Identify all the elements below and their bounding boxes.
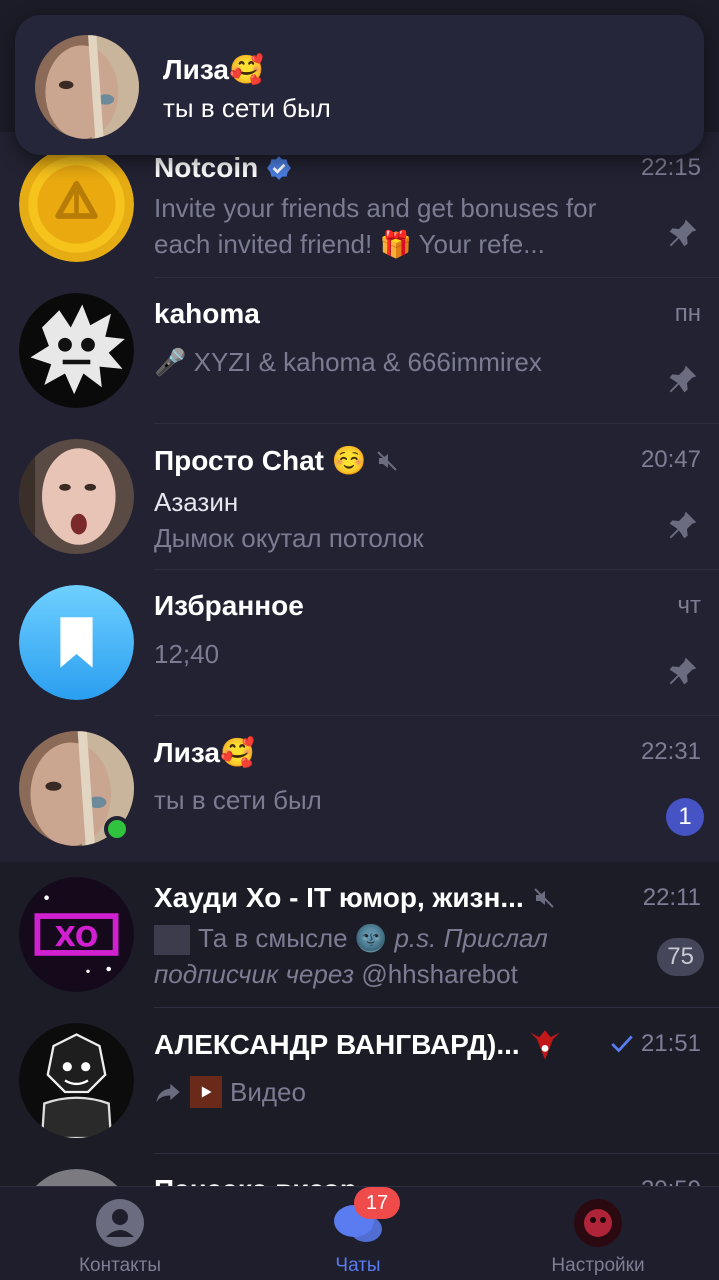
tab-settings[interactable]: Настройки xyxy=(478,1187,718,1280)
chats-icon: 17 xyxy=(332,1187,400,1249)
online-indicator xyxy=(104,816,130,842)
chat-name: Избранное xyxy=(154,590,304,621)
media-thumbnail xyxy=(154,925,190,956)
chat-time: 20:47 xyxy=(640,446,701,473)
chat-message: Дымок окутал потолок xyxy=(154,523,424,553)
read-check-icon xyxy=(611,1035,633,1053)
tab-label: Контакты xyxy=(78,1255,162,1276)
avatar-kahoma xyxy=(19,293,134,408)
muted-icon xyxy=(376,450,397,471)
chat-name: АЛЕКСАНДР ВАНГВАРД)... xyxy=(154,1028,562,1062)
chat-row-prosto-chat[interactable]: Просто Chat ☺️ 20:47 Азазин Дымок окутал… xyxy=(0,424,719,570)
chat-time: 22:15 xyxy=(640,154,701,181)
chat-name: kahoma xyxy=(154,298,260,329)
contacts-icon xyxy=(94,1197,146,1249)
eagle-emoji-icon xyxy=(529,1030,560,1060)
chat-preview: 🎤 XYZI & kahoma & 666immirex xyxy=(154,347,542,377)
unread-badge: 75 xyxy=(657,938,704,976)
chat-row-vanguard[interactable]: АЛЕКСАНДР ВАНГВАРД)... 21:51 Видео xyxy=(0,1008,719,1154)
chats-unread-badge: 17 xyxy=(354,1187,400,1219)
chat-preview: Та в смысле 🌚 p.s. Прислал подписчик чер… xyxy=(154,923,548,989)
banner-title: Лиза🥰 xyxy=(163,54,264,85)
chat-name: Хауди Хо - IT юмор, жизн... xyxy=(154,882,556,914)
avatar-vanguard xyxy=(19,1023,134,1138)
avatar-notcoin xyxy=(19,147,134,262)
tab-label: Чаты xyxy=(335,1255,381,1276)
chat-preview: 12;40 xyxy=(154,639,220,669)
avatar-saved-messages xyxy=(19,585,134,700)
pin-icon xyxy=(669,365,697,393)
chat-preview: ты в сети был xyxy=(154,785,322,815)
chat-time: 22:31 xyxy=(640,738,701,765)
pin-icon xyxy=(669,511,697,539)
pin-icon xyxy=(669,657,697,685)
chat-preview: Азазин Дымок окутал потолок xyxy=(154,484,639,556)
chat-sender: Азазин xyxy=(154,487,239,517)
chat-time: пн xyxy=(674,300,701,327)
chat-name: Лиза🥰 xyxy=(154,737,255,768)
chat-preview: Видео xyxy=(154,1074,639,1110)
tab-chats[interactable]: 17 Чаты xyxy=(238,1187,478,1280)
svg-text:XO: XO xyxy=(55,920,99,953)
avatar-haudi-ho: XO xyxy=(19,877,134,992)
video-thumbnail xyxy=(190,1076,222,1108)
chat-row-kahoma[interactable]: kahoma пн 🎤 XYZI & kahoma & 666immirex xyxy=(0,278,719,424)
chat-time: чт xyxy=(677,592,702,619)
chat-preview: Invite your friends and get bonuses for … xyxy=(154,193,597,259)
tab-contacts[interactable]: Контакты xyxy=(0,1187,240,1280)
forward-icon xyxy=(156,1083,180,1103)
chat-row-haudi-ho[interactable]: XO Хауди Хо - IT юмор, жизн... 22:11 Та … xyxy=(0,862,719,1008)
tab-bar: Контакты 17 Чаты Настройки xyxy=(0,1186,719,1280)
muted-icon xyxy=(534,888,554,908)
tab-label: Настройки xyxy=(551,1255,645,1276)
pin-icon xyxy=(669,219,697,247)
notification-banner[interactable]: Лиза🥰 ты в сети был xyxy=(15,15,704,155)
chat-row-saved-messages[interactable]: Избранное чт 12;40 xyxy=(0,570,719,716)
verified-icon xyxy=(267,156,292,180)
play-icon xyxy=(201,1086,212,1098)
chat-time: 21:51 xyxy=(609,1030,701,1058)
chat-time: 22:11 xyxy=(642,884,701,911)
banner-avatar xyxy=(35,35,139,139)
profile-avatar-icon xyxy=(572,1197,624,1249)
chat-name: Notcoin xyxy=(154,152,292,184)
chat-row-liza[interactable]: Лиза🥰 22:31 ты в сети был 1 xyxy=(0,716,719,862)
avatar-prosto-chat xyxy=(19,439,134,554)
banner-text: ты в сети был xyxy=(163,93,331,123)
chat-name: Просто Chat ☺️ xyxy=(154,444,399,477)
unread-badge: 1 xyxy=(666,798,704,836)
